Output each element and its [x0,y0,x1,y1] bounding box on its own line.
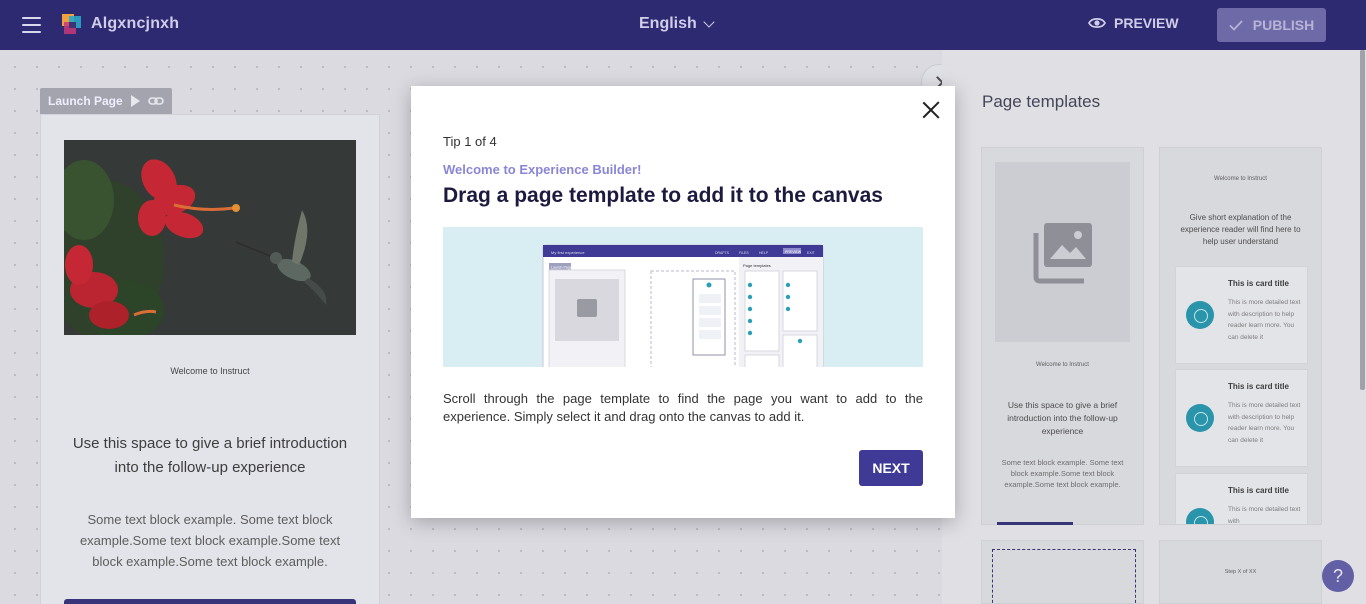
close-icon[interactable] [919,98,943,122]
tip-counter: Tip 1 of 4 [443,134,497,149]
illus-menu-0: DRAFTS [715,251,730,255]
preview-button[interactable]: PREVIEW [1088,15,1179,31]
illus-crumb: My first experience [551,250,585,255]
language-label: English [639,15,697,32]
publish-label: PUBLISH [1252,17,1315,33]
check-icon [1229,19,1243,31]
tip-subtitle: Welcome to Experience Builder! [443,162,642,177]
illus-tag: Launch Page [551,266,572,270]
next-button[interactable]: NEXT [859,450,923,486]
illus-menu-2: HELP [759,251,769,255]
tip-title: Drag a page template to add it to the ca… [443,184,883,207]
eye-icon [1088,17,1106,29]
tip-modal: Tip 1 of 4 Welcome to Experience Builder… [411,86,955,518]
builder-illustration: My first experience DRAFTS FILES HELP PR… [542,244,824,367]
illus-menu-3: PREVIEW [785,250,802,254]
preview-label: PREVIEW [1114,15,1179,31]
illus-panel-title: Page templates [743,263,771,268]
language-selector[interactable]: English [639,15,715,33]
top-bar: Algxncjnxh English PREVIEW PUBLISH [0,0,1366,50]
publish-button[interactable]: PUBLISH [1217,8,1326,42]
app-name: Algxncjnxh [91,15,180,32]
tip-illustration: My first experience DRAFTS FILES HELP PR… [443,227,923,367]
tip-description: Scroll through the page template to find… [443,391,923,424]
menu-icon[interactable] [22,17,41,33]
illus-menu-1: FILES [739,251,749,255]
illus-menu-4: EXIT [807,251,816,255]
app-logo-icon [62,14,81,34]
chevron-down-icon [703,15,715,28]
